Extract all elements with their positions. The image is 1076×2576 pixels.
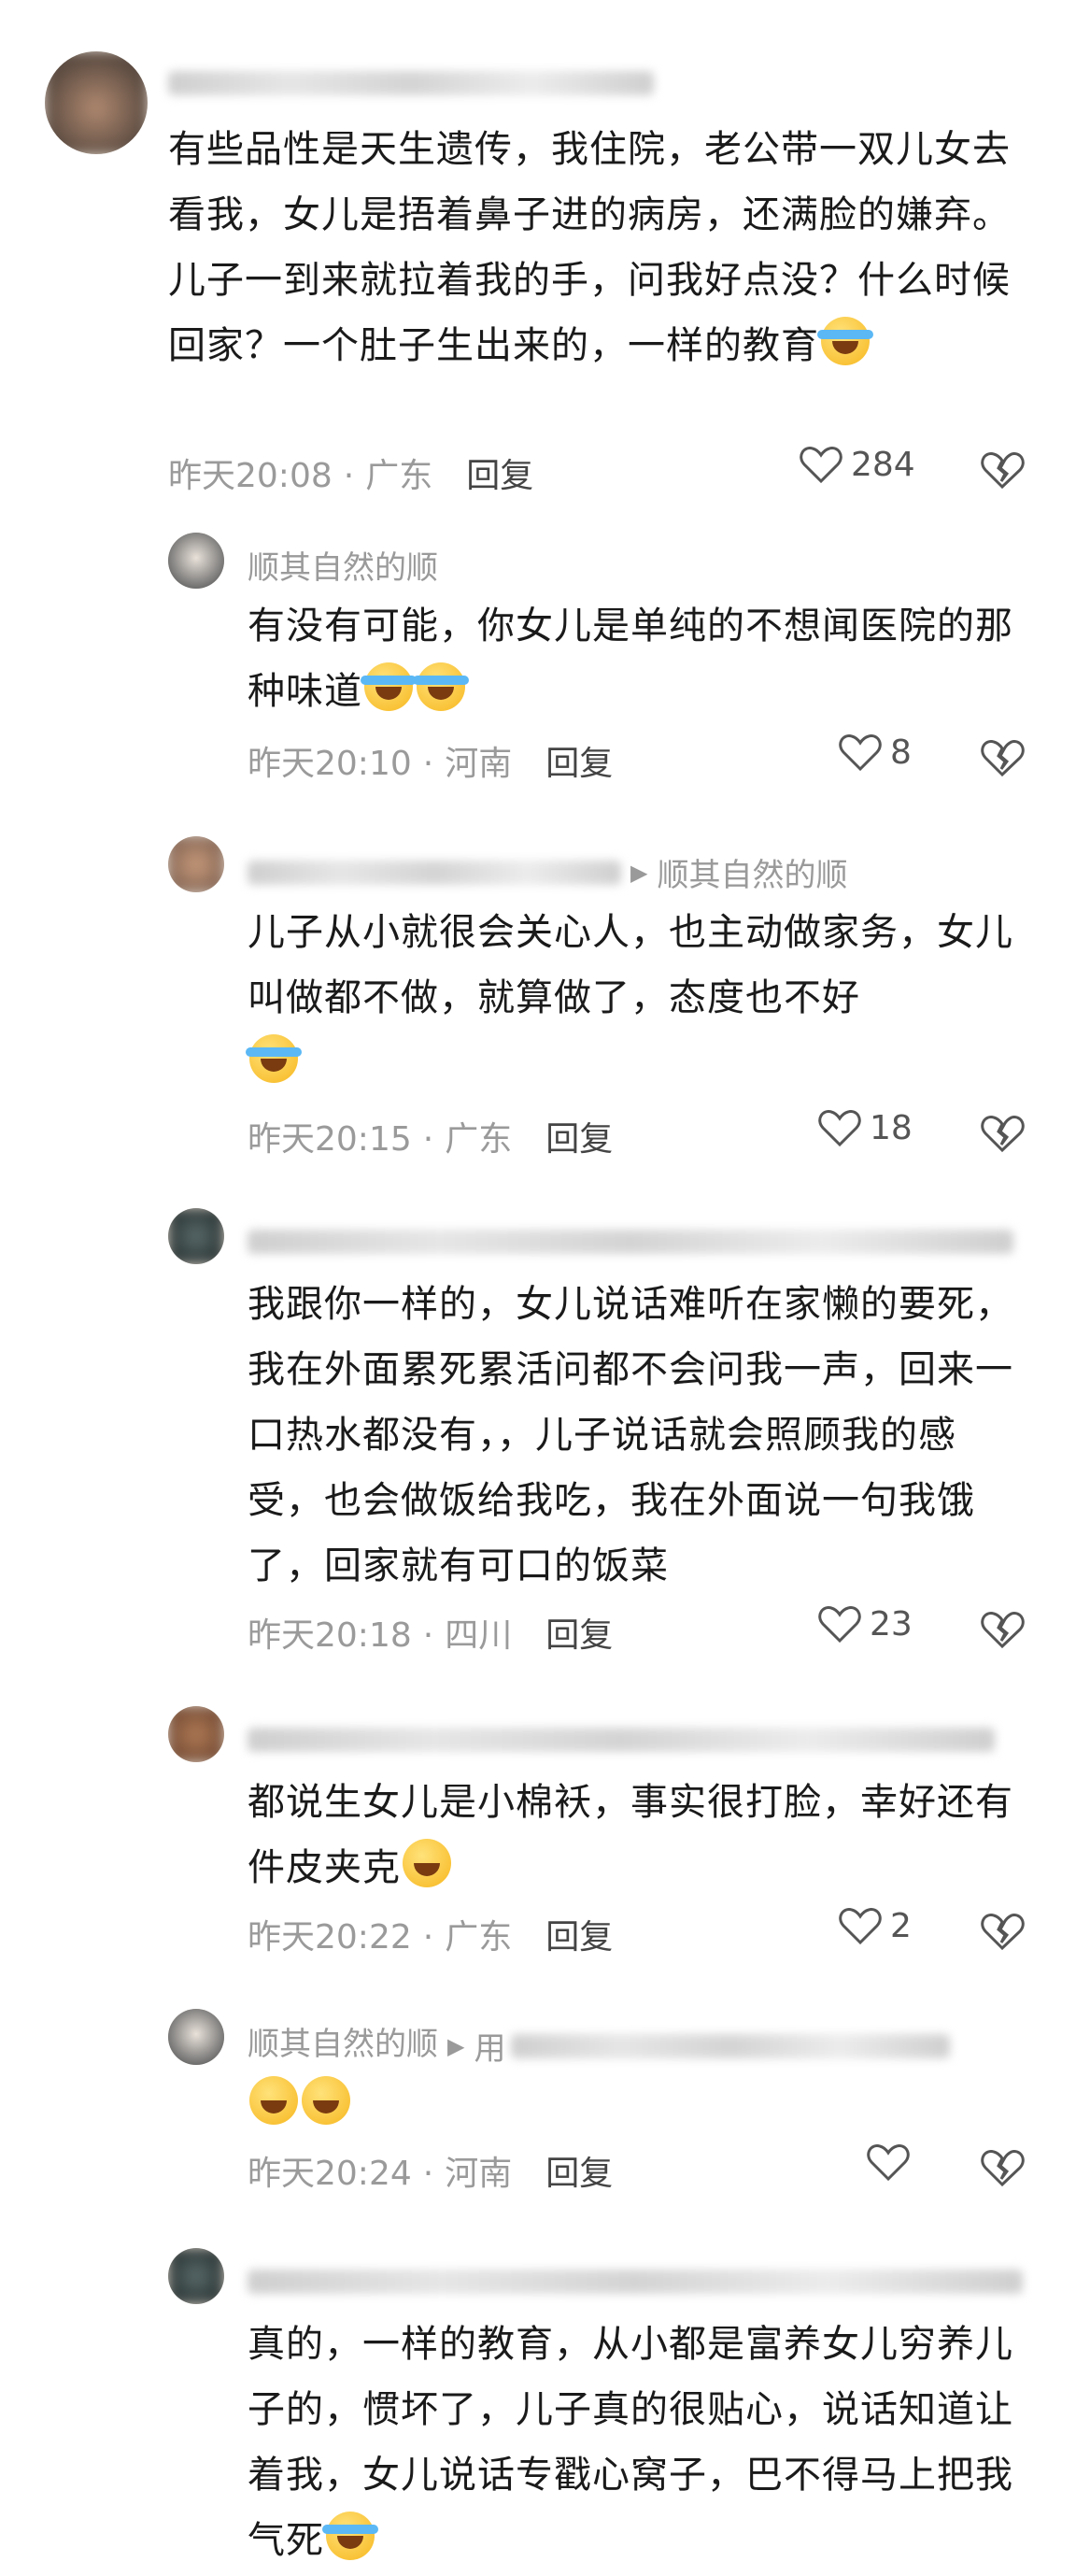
play-arrow-icon: ▶: [447, 2032, 465, 2059]
like-button[interactable]: 8: [838, 732, 912, 773]
region: 广东: [445, 1918, 513, 1957]
crying-emoji-icon: [322, 2512, 378, 2560]
timestamp: 昨天20:15: [248, 1120, 412, 1159]
heart-icon: [839, 734, 882, 772]
avatar[interactable]: [168, 2009, 224, 2065]
timestamp: 昨天20:24: [248, 2155, 412, 2193]
heart-icon: [818, 1606, 861, 1644]
laugh-cry-emoji-icon: [246, 1034, 302, 1083]
username-row[interactable]: [248, 1221, 1013, 1259]
comment-text: 我跟你一样的，女儿说话难听在家懒的要死，我在外面累死累活问都不会问我一声，回来一…: [248, 1283, 1013, 1587]
like-button[interactable]: 18: [817, 1107, 913, 1148]
comment-meta: 昨天20:24 · 河南 回复: [248, 2155, 614, 2193]
comment-text: 有些品性是天生遗传，我住院，老公带一双儿女去看我，女儿是捂着鼻子进的病房，还满脸…: [168, 128, 1011, 367]
dislike-button[interactable]: [979, 1109, 1026, 1160]
reply-button[interactable]: 回复: [545, 2155, 613, 2193]
reply-button[interactable]: 回复: [545, 745, 613, 783]
broken-heart-icon: [981, 452, 1025, 490]
broken-heart-icon: [981, 1914, 1025, 1951]
avatar[interactable]: [45, 51, 148, 154]
blurred-reply-to[interactable]: [511, 2033, 951, 2058]
username[interactable]: 顺其自然的顺: [248, 2026, 438, 2063]
reply-button[interactable]: 回复: [545, 1616, 613, 1655]
dislike-button[interactable]: [979, 1605, 1026, 1656]
timestamp: 昨天20:10: [248, 745, 412, 783]
region: 河南: [445, 2155, 513, 2193]
region: 广东: [365, 457, 433, 495]
username-row[interactable]: [248, 2261, 1023, 2298]
avatar[interactable]: [168, 1208, 224, 1264]
comment-meta: 昨天20:08 · 广东 回复: [168, 457, 534, 495]
like-button[interactable]: 2: [838, 1905, 912, 1946]
comment-text: 有没有可能，你女儿是单纯的不想闻医院的那种味道: [248, 605, 1013, 713]
dislike-button[interactable]: [979, 733, 1026, 784]
broken-heart-icon: [981, 1116, 1025, 1153]
grin-emoji-icon: [249, 2076, 298, 2125]
comment-text: [248, 2072, 1032, 2138]
heart-icon: [839, 1908, 882, 1945]
timestamp: 昨天20:22: [248, 1918, 412, 1957]
broken-heart-icon: [981, 2150, 1025, 2187]
region: 河南: [445, 745, 513, 783]
region: 广东: [445, 1120, 513, 1159]
reply-button[interactable]: 回复: [466, 457, 533, 495]
heart-icon: [818, 1110, 861, 1147]
comment-text: 儿子从小就很会关心人，也主动做家务，女儿叫做都不做，就算做了，态度也不好: [246, 900, 1032, 1096]
broken-heart-icon: [981, 1612, 1025, 1649]
avatar[interactable]: [168, 1706, 224, 1762]
avatar[interactable]: [168, 2248, 224, 2304]
comment-meta: 昨天20:22 · 广东 回复: [248, 1918, 614, 1957]
username-row[interactable]: [248, 1719, 995, 1757]
like-count: 284: [851, 445, 915, 484]
like-count: 18: [870, 1108, 913, 1147]
comment-meta: 昨天20:18 · 四川 回复: [248, 1616, 614, 1655]
laugh-cry-emoji-icon: [361, 662, 417, 711]
region: 四川: [445, 1616, 513, 1655]
comment-text: 真的，一样的教育，从小都是富养女儿穷养儿子的，惯坏了，儿子真的很贴心，说话知道让…: [248, 2323, 1013, 2562]
reply-button[interactable]: 回复: [545, 1918, 613, 1957]
username-row: 顺其自然的顺 ▶ 用: [248, 2018, 951, 2069]
comment-meta: 昨天20:15 · 广东 回复: [248, 1120, 614, 1159]
avatar[interactable]: [168, 533, 224, 589]
reply-to-prefix[interactable]: 用: [474, 2030, 505, 2068]
broken-heart-icon: [981, 740, 1025, 777]
reply-button[interactable]: 回复: [545, 1120, 613, 1159]
dislike-button[interactable]: [979, 2143, 1026, 2194]
like-button[interactable]: [866, 2142, 918, 2183]
avatar[interactable]: [168, 836, 224, 892]
play-arrow-icon: ▶: [630, 859, 648, 886]
comment-text: 都说生女儿是小棉袄，事实很打脸，幸好还有件皮夹克: [248, 1781, 1013, 1889]
grin-emoji-icon: [403, 1839, 451, 1887]
like-count: 23: [870, 1604, 913, 1644]
dislike-button[interactable]: [979, 1907, 1026, 1957]
username-row: ▶ 顺其自然的顺: [248, 849, 847, 895]
timestamp: 昨天20:18: [248, 1616, 412, 1655]
like-count: 2: [890, 1906, 912, 1945]
laugh-cry-emoji-icon: [413, 662, 469, 711]
blurred-username[interactable]: [248, 860, 621, 885]
laugh-cry-emoji-icon: [817, 317, 873, 365]
grin-emoji-icon: [302, 2076, 350, 2125]
like-count: 8: [890, 733, 912, 772]
heart-icon: [800, 447, 842, 484]
timestamp: 昨天20:08: [168, 457, 333, 495]
heart-icon: [867, 2144, 910, 2182]
comment-meta: 昨天20:10 · 河南 回复: [248, 745, 614, 783]
username[interactable]: 顺其自然的顺: [248, 542, 438, 588]
like-button[interactable]: 284: [799, 444, 915, 485]
username[interactable]: [168, 63, 654, 100]
reply-to-name[interactable]: 顺其自然的顺: [657, 857, 847, 894]
dislike-button[interactable]: [979, 446, 1026, 496]
like-button[interactable]: 23: [817, 1603, 913, 1644]
